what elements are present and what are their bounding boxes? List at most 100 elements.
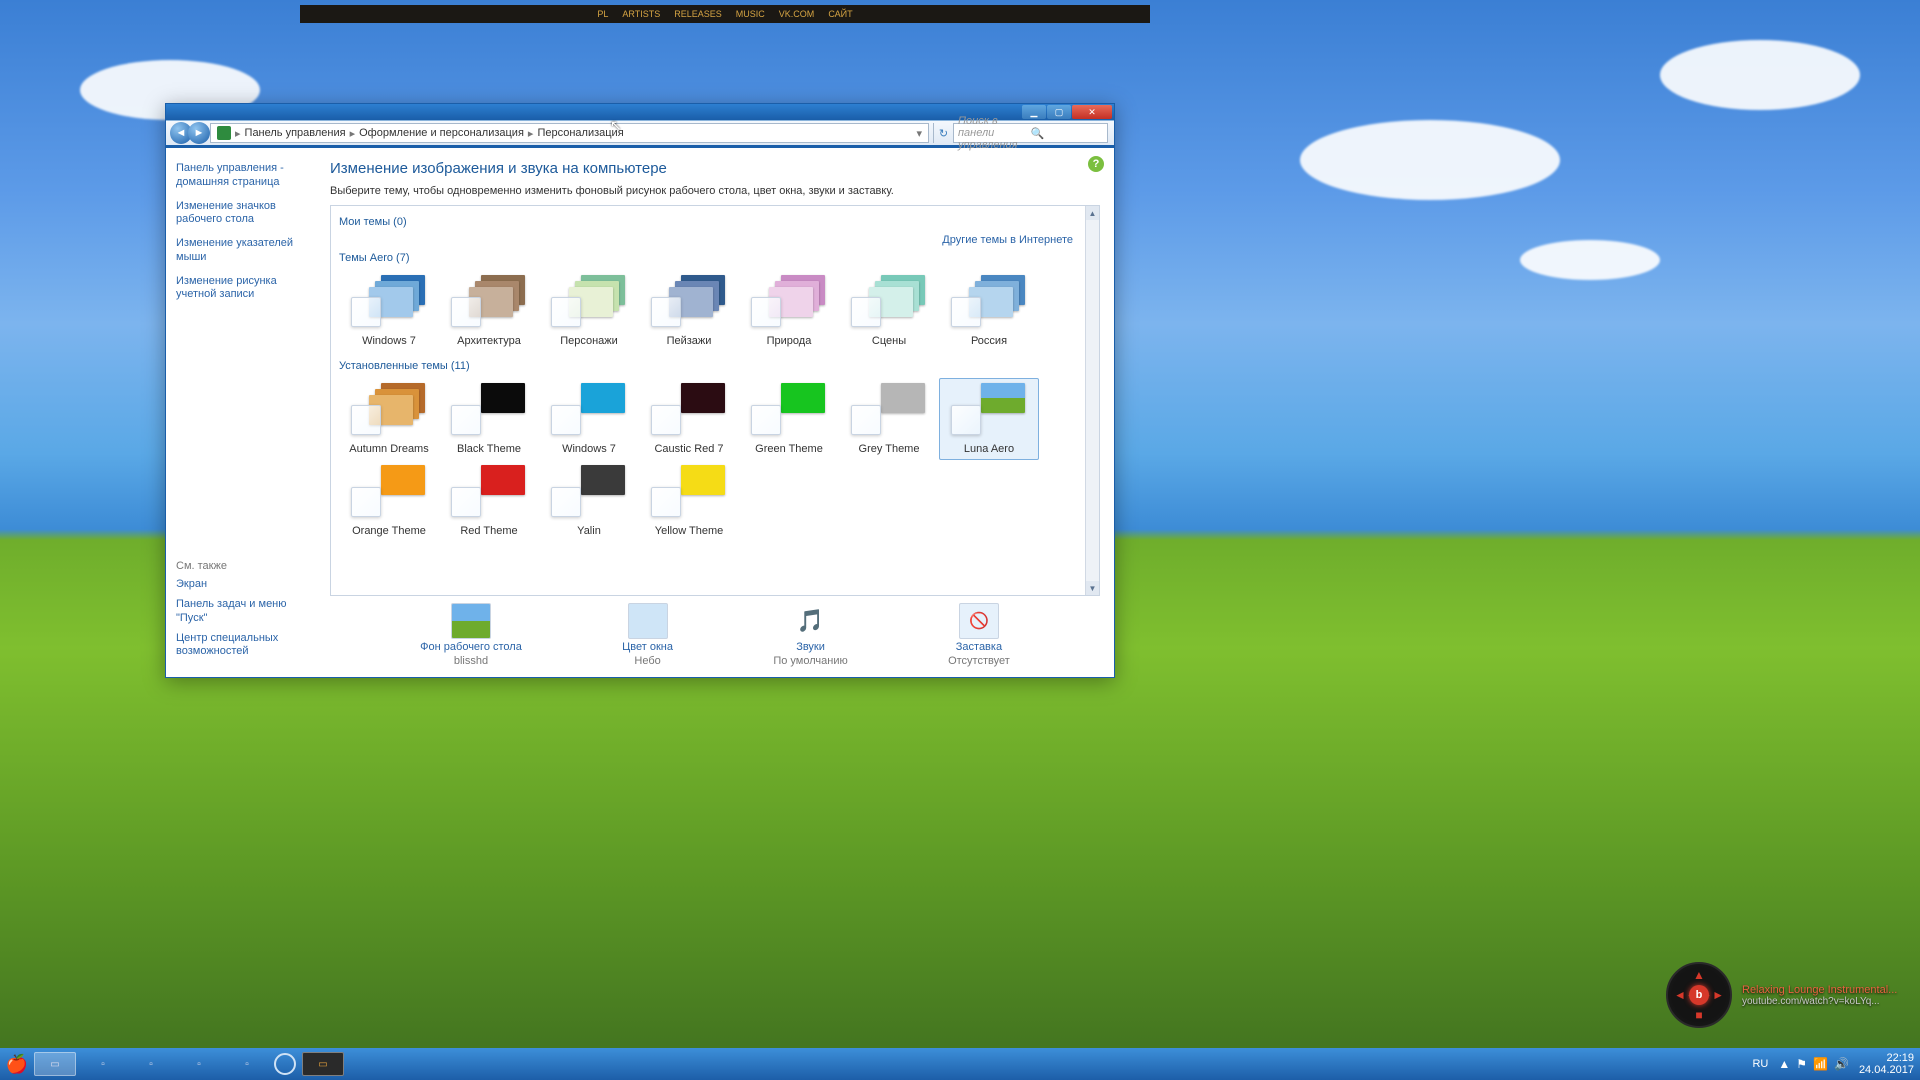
next-track-icon[interactable]: ►► xyxy=(1700,988,1724,1002)
theme-item[interactable]: Black Theme xyxy=(439,378,539,460)
clock[interactable]: 22:19 24.04.2017 xyxy=(1859,1052,1914,1076)
scrollbar[interactable]: ▲ ▼ xyxy=(1085,206,1099,595)
breadcrumb-item[interactable]: Панель управления xyxy=(245,127,346,139)
desktop-background-button[interactable]: Фон рабочего стола blisshd xyxy=(420,603,522,667)
breadcrumb-item[interactable]: Оформление и персонализация xyxy=(359,127,524,139)
theme-item[interactable]: Windows 7 xyxy=(339,270,439,352)
theme-item[interactable]: Grey Theme xyxy=(839,378,939,460)
theme-item[interactable]: Green Theme xyxy=(739,378,839,460)
taskbar: 🍎 ▭ ▫ ▫ ▫ ▫ ▭ RU ▲ ⚑ 📶 🔊 22:19 24.04.201… xyxy=(0,1048,1920,1080)
control-panel-icon xyxy=(217,126,231,140)
taskbar-app[interactable]: ▫ xyxy=(130,1052,172,1076)
sidebar-link[interactable]: Изменение указателей мыши xyxy=(176,237,306,265)
taskbar-app[interactable]: ▫ xyxy=(82,1052,124,1076)
start-button[interactable]: 🍎 xyxy=(6,1053,28,1075)
online-themes-link[interactable]: Другие темы в Интернете xyxy=(339,234,1073,246)
theme-item[interactable]: Autumn Dreams xyxy=(339,378,439,460)
bottom-row: Фон рабочего стола blisshd Цвет окна Неб… xyxy=(330,596,1100,674)
personalization-window: ▁ ▢ ✕ ◄ ► ▸ Панель управления ▸ Оформлен… xyxy=(165,103,1115,678)
sounds-button[interactable]: 🎵 Звуки По умолчанию xyxy=(773,603,847,667)
tray[interactable]: ▲ ⚑ 📶 🔊 xyxy=(1778,1057,1849,1071)
prev-track-icon[interactable]: ◄◄ xyxy=(1674,988,1698,1002)
taskbar-app[interactable]: ▭ xyxy=(34,1052,76,1076)
sounds-icon: 🎵 xyxy=(791,603,831,639)
theme-item[interactable]: Yellow Theme xyxy=(639,460,739,542)
theme-label: Сцены xyxy=(872,335,906,347)
theme-item[interactable]: Пейзажи xyxy=(639,270,739,352)
taskbar-app[interactable]: ▫ xyxy=(226,1052,268,1076)
theme-item[interactable]: Windows 7 xyxy=(539,378,639,460)
banner-link[interactable]: MUSIC xyxy=(736,9,765,19)
theme-label: Yellow Theme xyxy=(655,525,724,537)
theme-item[interactable]: Персонажи xyxy=(539,270,639,352)
color-icon xyxy=(628,603,668,639)
theme-item[interactable]: Orange Theme xyxy=(339,460,439,542)
theme-label: Природа xyxy=(767,335,812,347)
action-center-icon[interactable]: ⚑ xyxy=(1796,1057,1807,1071)
theme-item[interactable]: Природа xyxy=(739,270,839,352)
track-title: Relaxing Lounge Instrumental... xyxy=(1742,984,1897,996)
banner-link[interactable]: PL xyxy=(597,9,608,19)
wallpaper-icon xyxy=(451,603,491,639)
scroll-down-icon[interactable]: ▼ xyxy=(1086,581,1099,595)
aero-themes-header: Темы Aero (7) xyxy=(339,252,1077,264)
page-title: Изменение изображения и звука на компьют… xyxy=(330,160,1100,177)
screensaver-button[interactable]: 🚫 Заставка Отсутствует xyxy=(948,603,1010,667)
theme-label: Пейзажи xyxy=(667,335,712,347)
search-icon: 🔍 xyxy=(1031,127,1104,140)
theme-label: Windows 7 xyxy=(362,335,416,347)
track-source: youtube.com/watch?v=koLYq... xyxy=(1742,996,1897,1007)
cortana-icon[interactable] xyxy=(274,1053,296,1075)
theme-label: Grey Theme xyxy=(859,443,920,455)
banner-link[interactable]: RELEASES xyxy=(674,9,722,19)
theme-item[interactable]: Red Theme xyxy=(439,460,539,542)
music-meta: Relaxing Lounge Instrumental... youtube.… xyxy=(1742,984,1897,1007)
network-icon[interactable]: 📶 xyxy=(1813,1057,1828,1071)
theme-item[interactable]: Сцены xyxy=(839,270,939,352)
music-controls[interactable]: ▲ ■ ◄◄ ►► b xyxy=(1666,962,1732,1028)
main-pane: ? Изменение изображения и звука на компь… xyxy=(316,148,1114,674)
theme-label: Yalin xyxy=(577,525,601,537)
theme-item[interactable]: Yalin xyxy=(539,460,639,542)
theme-item[interactable]: Caustic Red 7 xyxy=(639,378,739,460)
theme-item[interactable]: Luna Aero xyxy=(939,378,1039,460)
taskbar-app-explorer[interactable]: ▭ xyxy=(302,1052,344,1076)
stop-icon[interactable]: ■ xyxy=(1695,1008,1702,1022)
nav-forward-button[interactable]: ► xyxy=(188,122,210,144)
taskbar-app[interactable]: ▫ xyxy=(178,1052,220,1076)
scroll-up-icon[interactable]: ▲ xyxy=(1086,206,1099,220)
vol-up-icon[interactable]: ▲ xyxy=(1693,968,1705,982)
help-icon[interactable]: ? xyxy=(1088,156,1104,172)
window-color-button[interactable]: Цвет окна Небо xyxy=(622,603,673,667)
breadcrumb-item[interactable]: Персонализация xyxy=(537,127,623,139)
sidebar-link[interactable]: Изменение значков рабочего стола xyxy=(176,200,306,228)
theme-item[interactable]: Россия xyxy=(939,270,1039,352)
desktop: PL ARTISTS RELEASES MUSIC VK.COM САЙТ ▁ ▢ ✕ ◄… xyxy=(0,0,1920,1080)
theme-label: Red Theme xyxy=(460,525,517,537)
search-input[interactable]: Поиск в панели управления 🔍 xyxy=(953,123,1108,143)
maximize-button[interactable]: ▢ xyxy=(1047,105,1071,119)
music-widget[interactable]: ▲ ■ ◄◄ ►► b Relaxing Lounge Instrumental… xyxy=(1666,960,1906,1030)
top-banner: PL ARTISTS RELEASES MUSIC VK.COM САЙТ xyxy=(300,5,1150,23)
theme-item[interactable]: Архитектура xyxy=(439,270,539,352)
see-also-header: См. также xyxy=(176,560,316,572)
banner-link[interactable]: ARTISTS xyxy=(622,9,660,19)
language-indicator[interactable]: RU xyxy=(1752,1058,1768,1070)
page-subtitle: Выберите тему, чтобы одновременно измени… xyxy=(330,185,1100,197)
breadcrumb[interactable]: ▸ Панель управления ▸ Оформление и персо… xyxy=(210,123,929,143)
theme-label: Windows 7 xyxy=(562,443,616,455)
banner-link[interactable]: САЙТ xyxy=(828,9,852,19)
close-button[interactable]: ✕ xyxy=(1072,105,1112,119)
theme-label: Green Theme xyxy=(755,443,823,455)
banner-link[interactable]: VK.COM xyxy=(779,9,815,19)
my-themes-header: Мои темы (0) xyxy=(339,216,1077,228)
see-also-link[interactable]: Панель задач и меню "Пуск" xyxy=(176,598,316,626)
refresh-button[interactable]: ↻ xyxy=(933,123,953,143)
volume-icon[interactable]: 🔊 xyxy=(1834,1057,1849,1071)
sidebar-link[interactable]: Изменение рисунка учетной записи xyxy=(176,275,306,303)
screensaver-icon: 🚫 xyxy=(959,603,999,639)
see-also-link[interactable]: Центр специальных возможностей xyxy=(176,632,316,660)
see-also-link[interactable]: Экран xyxy=(176,578,316,592)
sidebar-link[interactable]: Панель управления - домашняя страница xyxy=(176,162,306,190)
tray-up-icon[interactable]: ▲ xyxy=(1778,1057,1790,1071)
